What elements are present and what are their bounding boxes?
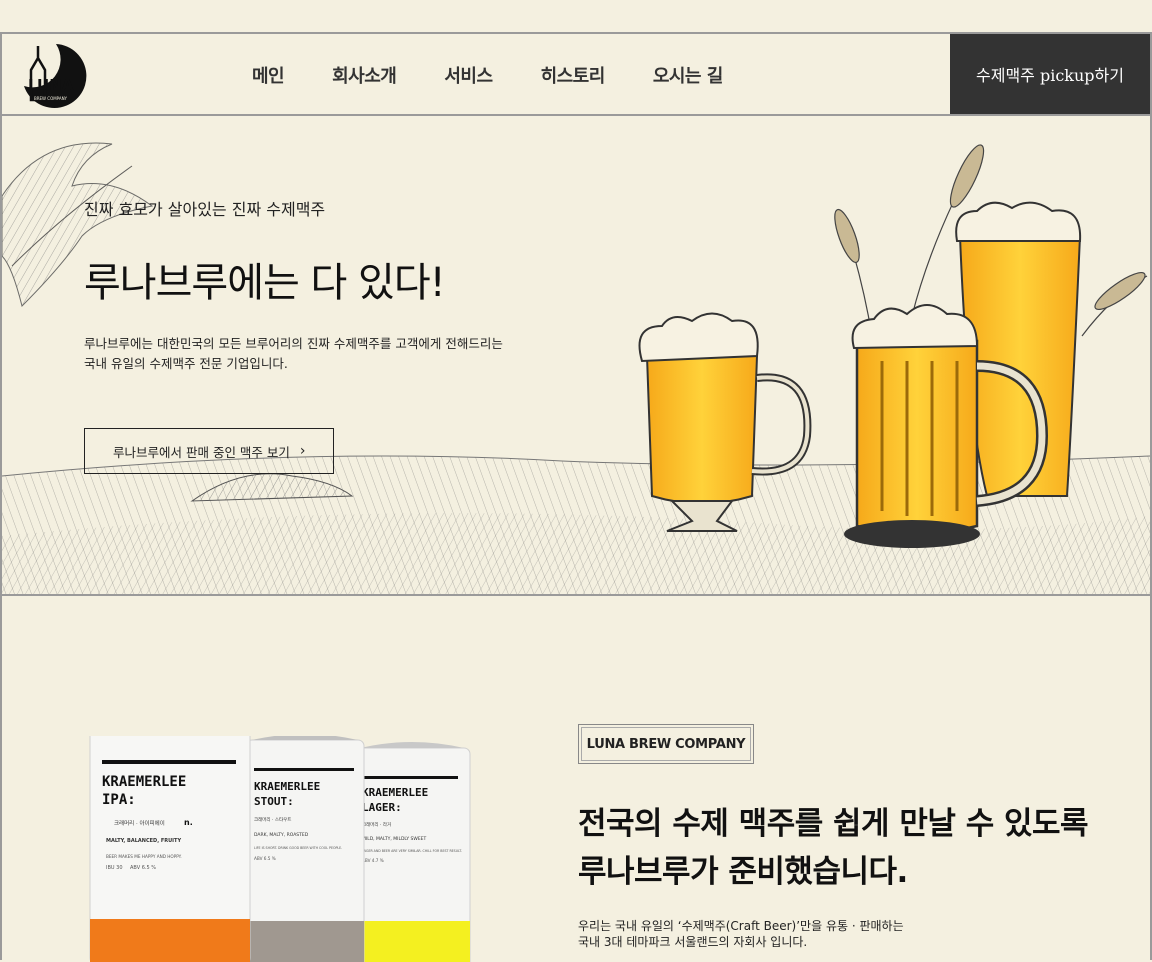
can-ipa-fine: BEER MAKES ME HAPPY AND HOPPY. (106, 854, 182, 859)
can-lager-brand: KRAEMERLEE (362, 786, 428, 799)
hero-desc-line: 국내 유일의 수제맥주 전문 기업입니다. (84, 356, 288, 371)
can-ipa-color (90, 919, 250, 962)
main-nav: 메인 회사소개 서비스 히스토리 오시는 길 (252, 34, 771, 116)
section-title: 전국의 수제 맥주를 쉽게 만날 수 있도록 루나브루가 준비했습니다. (578, 800, 1089, 896)
can-stout: KRAEMERLEE STOUT: 크래머리 · 스타우트 DARK, MALT… (245, 736, 365, 962)
page-frame: LUNA BREW COMPANY 메인 회사소개 서비스 히스토리 오시는 길… (0, 32, 1152, 962)
hero-title: 루나브루에는 다 있다! (84, 260, 446, 306)
can-stout-abv: ABV 6.5 % (254, 856, 276, 861)
view-beers-button[interactable]: 루나브루에서 판매 중인 맥주 보기 › (84, 428, 334, 474)
pickup-button[interactable]: 수제맥주 pickup하기 (950, 34, 1150, 114)
nav-item-main[interactable]: 메인 (252, 62, 285, 88)
logo-text: LUNA (28, 76, 74, 94)
can-ipa-type: IPA: (102, 792, 136, 808)
can-lager-color (354, 921, 470, 962)
company-badge: LUNA BREW COMPANY (578, 724, 754, 764)
chevron-right-icon: › (299, 443, 306, 459)
can-ipa-ibu: IBU 30 (106, 865, 123, 871)
can-ipa-notes: MALTY, BALANCED, FRUITY (106, 838, 181, 844)
luna-logo[interactable]: LUNA BREW COMPANY (16, 40, 88, 108)
section-desc-line: 우리는 국내 유일의 ‘수제맥주(Craft Beer)’만을 유통 · 판매하… (578, 919, 904, 933)
section-title-line: 루나브루가 준비했습니다. (578, 854, 908, 890)
nav-item-service[interactable]: 서비스 (444, 62, 493, 88)
can-stout-brand: KRAEMERLEE (254, 780, 320, 793)
can-lager-korean: 크래머리 · 라거 (362, 821, 391, 828)
section-desc-line: 국내 3대 테마파크 서울랜드의 자회사 입니다. (578, 935, 808, 949)
can-stout-color (246, 921, 364, 962)
can-stout-fine: LIFE IS SHORT. DRINK GOOD BEER WITH COOL… (254, 846, 342, 850)
can-stout-notes: DARK, MALTY, ROASTED (254, 832, 309, 838)
can-ipa: KRAEMERLEE IPA: 크래머리 · 아이피에이 n. MALTY, B… (89, 736, 251, 962)
can-ipa-abv: ABV 6.5 % (130, 865, 156, 871)
hero-subtitle: 진짜 효모가 살아있는 진짜 수제맥주 (84, 200, 326, 219)
can-ipa-brand: KRAEMERLEE (102, 774, 186, 790)
can-stout-type: STOUT: (254, 795, 294, 808)
hero-section: 진짜 효모가 살아있는 진짜 수제맥주 루나브루에는 다 있다! 루나브루에는 … (2, 116, 1150, 596)
section-title-line: 전국의 수제 맥주를 쉽게 만날 수 있도록 (578, 806, 1089, 842)
nav-item-history[interactable]: 히스토리 (541, 62, 606, 88)
can-ipa-n: n. (184, 818, 193, 827)
nav-item-directions[interactable]: 오시는 길 (653, 62, 724, 88)
view-beers-label: 루나브루에서 판매 중인 맥주 보기 (113, 444, 290, 460)
site-header: LUNA BREW COMPANY 메인 회사소개 서비스 히스토리 오시는 길… (2, 34, 1150, 116)
can-lager-fine: LAGER AND BEER ARE VERY SIMILAR. CHILL F… (362, 849, 462, 853)
nav-item-about[interactable]: 회사소개 (332, 62, 397, 88)
beer-cans-image: KRAEMERLEE LAGER: 크래머리 · 라거 MILD, MALTY,… (89, 736, 471, 962)
can-lager-notes: MILD, MALTY, MILDLY SWEET (362, 836, 427, 842)
section-description: 우리는 국내 유일의 ‘수제맥주(Craft Beer)’만을 유통 · 판매하… (578, 918, 904, 950)
hero-description: 루나브루에는 대한민국의 모든 브루어리의 진짜 수제맥주를 고객에게 전해드리… (84, 334, 524, 374)
can-lager-abv: ABV 4.7 % (362, 858, 384, 863)
about-section: KRAEMERLEE LAGER: 크래머리 · 라거 MILD, MALTY,… (2, 596, 1150, 962)
can-lager-type: LAGER: (362, 801, 402, 814)
can-lager: KRAEMERLEE LAGER: 크래머리 · 라거 MILD, MALTY,… (353, 742, 471, 962)
logo-subtext: BREW COMPANY (34, 96, 68, 101)
can-ipa-korean: 크래머리 · 아이피에이 (114, 819, 165, 827)
can-stout-korean: 크래머리 · 스타우트 (254, 816, 291, 823)
hero-desc-line: 루나브루에는 대한민국의 모든 브루어리의 진짜 수제맥주를 고객에게 전해드리… (84, 336, 503, 351)
